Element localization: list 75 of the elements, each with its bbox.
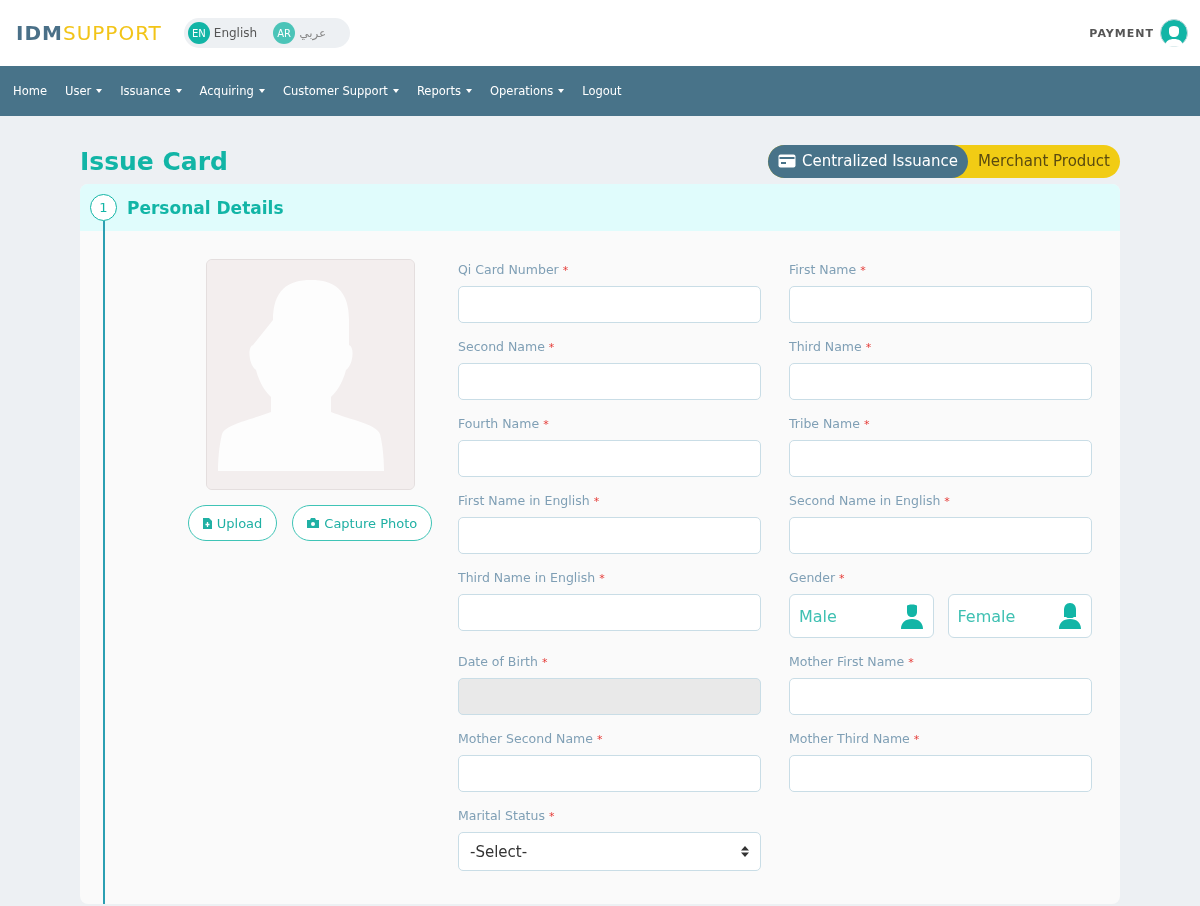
required-mark: * [548,341,555,354]
nav-link[interactable]: Customer Support [273,84,408,98]
required-mark: * [913,733,920,746]
mode-tab[interactable]: Merchant Product [967,144,1120,178]
field-label: Qi Card Number [458,262,559,277]
caret-icon [392,89,399,93]
mode-tab[interactable]: Centralized Issuance [768,144,968,178]
user-name: PAYMENT [1089,26,1154,40]
required-mark: * [543,418,549,431]
nav-link[interactable]: Home [4,84,56,98]
input-field[interactable] [789,286,1092,323]
caret-icon [96,89,103,93]
input-field[interactable] [458,286,761,323]
input-field[interactable] [789,755,1092,792]
field-label: Tribe Name [789,416,860,431]
nav-link[interactable]: Logout [573,84,631,98]
language-label[interactable]: عربي [299,26,327,40]
required-mark: * [908,656,914,669]
input-field[interactable] [789,517,1092,554]
field-label: Mother First Name [789,654,905,669]
nav-link[interactable]: Acquiring [190,84,274,98]
input-field[interactable] [458,594,761,631]
input-field[interactable] [458,517,761,554]
camera-icon [307,518,320,528]
field-label: Date of Birth [458,654,538,669]
required-mark: * [541,656,548,669]
sort-icon [741,846,749,857]
brand-logo: IDMSUPPORT [16,21,162,45]
caret-icon [466,89,472,93]
field-label: Marital Status [458,808,545,823]
avatar-icon[interactable] [1160,19,1188,47]
select-field[interactable]: -Select- [458,832,761,871]
required-mark: * [548,810,555,823]
field-label: Fourth Name [458,416,540,431]
field-label: First Name [789,262,857,277]
required-mark: * [599,572,605,585]
required-mark: * [863,418,870,431]
field-label: Third Name in English [458,570,596,585]
nav-link[interactable]: Issuance [111,84,191,98]
input-field[interactable] [458,440,761,477]
photo-button[interactable]: Upload [187,505,278,541]
nav-link[interactable]: User [55,84,112,98]
required-mark: * [593,495,600,508]
nav-link[interactable]: Reports [407,84,481,98]
field-label: Gender [789,570,836,585]
field-label: Second Name in English [789,493,941,508]
required-mark: * [944,495,950,508]
step-number: 1 [90,194,117,221]
required-mark: * [596,733,603,746]
woman-icon [1058,603,1082,629]
file-icon [202,517,212,529]
field-label: Second Name [458,339,545,354]
caret-icon [558,89,565,93]
required-mark: * [839,572,845,585]
field-label: Mother Second Name [458,731,593,746]
field-label: Third Name [789,339,862,354]
language-label[interactable]: English [213,26,258,40]
input-field[interactable] [789,363,1092,400]
input-field[interactable] [789,678,1092,715]
caret-icon [175,89,182,93]
man-icon [899,603,924,629]
card-icon [778,154,796,168]
photo-button[interactable]: Capture Photo [292,505,433,541]
required-mark: * [865,341,872,354]
section-title: Personal Details [127,197,284,218]
caret-icon [258,89,265,93]
input-field[interactable] [789,440,1092,477]
required-mark: * [562,264,569,277]
required-mark: * [860,264,866,277]
page-title: Issue Card [80,146,228,176]
field-label: Mother Third Name [789,731,910,746]
input-field[interactable] [458,755,761,792]
input-field[interactable] [458,363,761,400]
nav-link[interactable]: Operations [481,84,574,98]
field-label: First Name in English [458,493,590,508]
